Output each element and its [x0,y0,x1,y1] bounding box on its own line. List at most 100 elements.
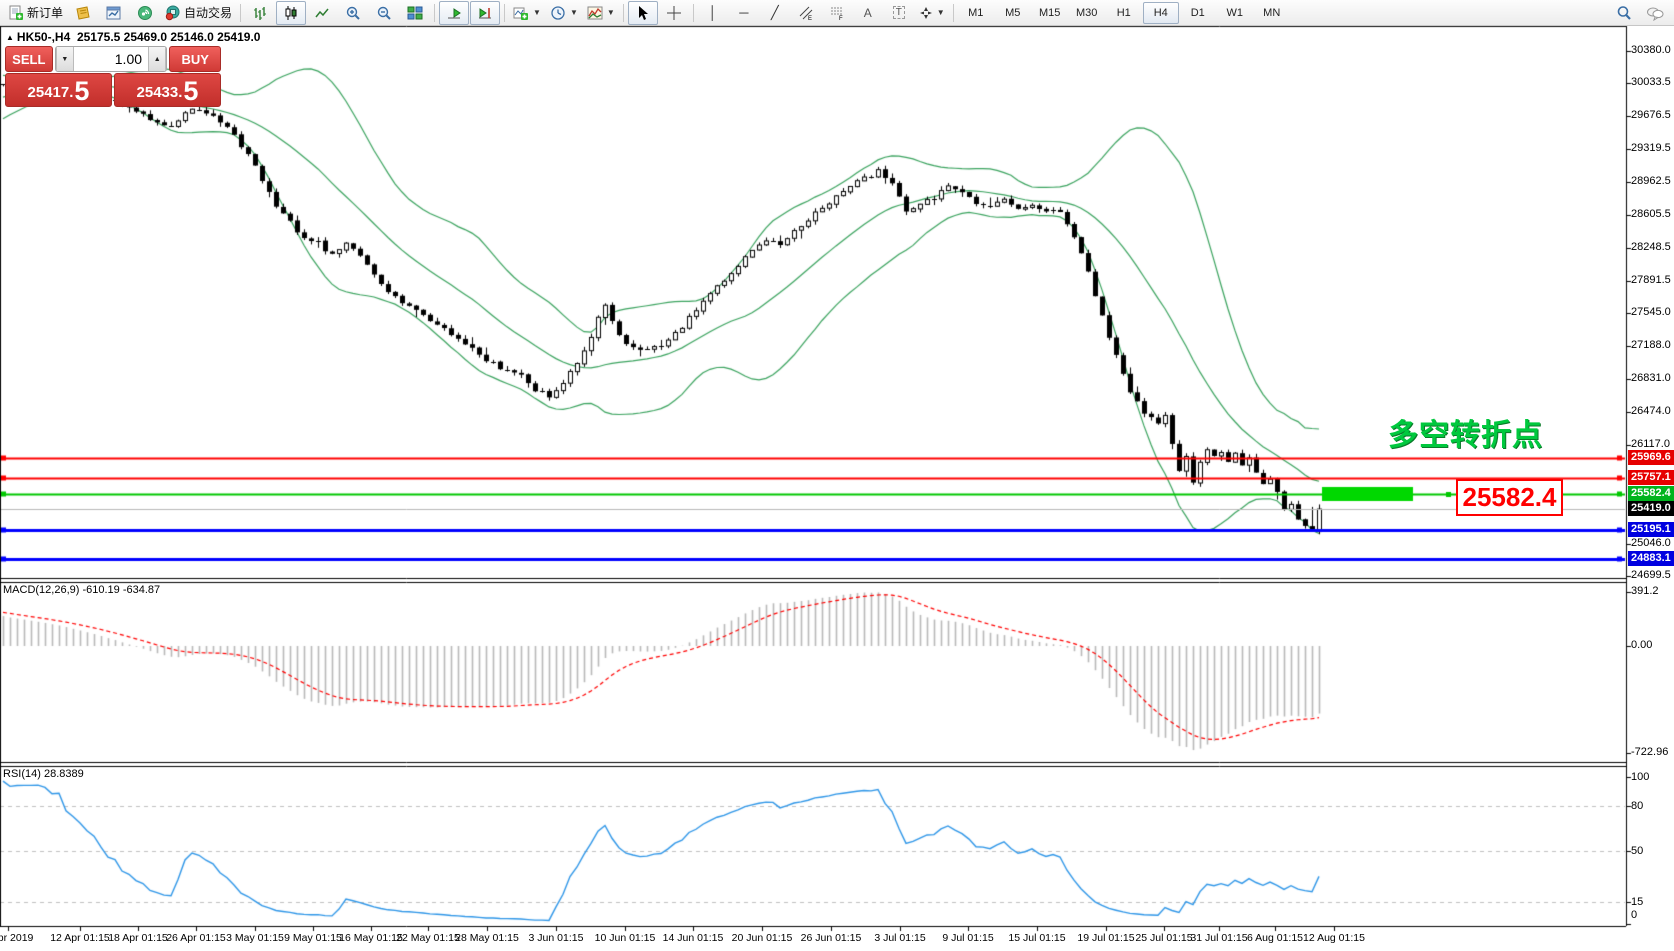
one-click-trading-panel: SELL ▼ ▲ BUY 25417.5 25433.5 [5,46,221,107]
zoom-out-button[interactable] [369,1,399,25]
buy-button[interactable]: BUY [169,46,221,72]
buy-price-big-digit: 5 [183,78,198,104]
separator [504,4,505,22]
timeframe-button-M5[interactable]: M5 [995,2,1031,24]
volume-input[interactable] [74,47,148,71]
templates-button[interactable]: ▼ [583,1,619,25]
price-axis-label: 27891.5 [1631,274,1671,286]
collapse-panel-icon[interactable]: ▲ [6,33,14,42]
time-axis-label: 3 Jul 01:15 [874,932,925,944]
chart-canvas[interactable] [0,0,1674,951]
crosshair-button[interactable] [659,1,689,25]
rsi-axis-label: 0 [1631,909,1637,921]
chart-shift-button[interactable] [470,1,500,25]
timeframe-button-M1[interactable]: M1 [958,2,994,24]
line-chart-type-button[interactable] [307,1,337,25]
chevron-down-icon: ▼ [533,8,541,17]
timeframe-button-M30[interactable]: M30 [1069,2,1105,24]
journal-button[interactable] [68,1,98,25]
new-order-button[interactable]: 新订单 [4,1,67,25]
indicators-button[interactable]: ▼ [509,1,545,25]
timeframe-button-W1[interactable]: W1 [1217,2,1253,24]
search-button[interactable] [1609,1,1639,25]
candlestick-type-button[interactable] [276,1,306,25]
separator [240,4,241,22]
buy-price-main: 25433. [137,82,183,104]
auto-trading-icon [165,5,181,21]
macd-indicator-label: MACD(12,26,9) -610.19 -634.87 [3,584,160,596]
fibonacci-tool[interactable]: F [822,1,852,25]
timeframe-button-H4[interactable]: H4 [1143,2,1179,24]
auto-scroll-icon [446,5,462,21]
tile-windows-button[interactable] [400,1,430,25]
fibonacci-icon: F [829,5,845,21]
template-icon [587,5,603,21]
time-axis-label: 9 Jul 01:15 [942,932,993,944]
price-callout-box: 25582.4 [1456,479,1563,516]
chevron-down-icon: ▼ [570,8,578,17]
rsi-axis-label: 50 [1631,845,1643,857]
news-icon [137,5,153,21]
periods-button[interactable]: ▼ [546,1,582,25]
tile-windows-icon [407,5,423,21]
cursor-button[interactable] [628,1,658,25]
rsi-axis-label: 15 [1631,896,1643,908]
auto-scroll-button[interactable] [439,1,469,25]
separator [953,4,954,22]
price-axis-label: 28962.5 [1631,175,1671,187]
timeframe-button-M15[interactable]: M15 [1032,2,1068,24]
time-axis-label: 26 Jun 01:15 [801,932,862,944]
journal-icon [75,5,91,21]
volume-decrease-button[interactable]: ▼ [56,47,74,71]
auto-trading-button[interactable]: 自动交易 [161,1,236,25]
buy-price-display[interactable]: 25433.5 [114,73,221,107]
horizontal-line-tool[interactable]: ─ [729,1,759,25]
toolbar: 新订单 自动交易 [0,0,1674,26]
news-button[interactable] [130,1,160,25]
mt4-window: 新订单 自动交易 [0,0,1674,951]
new-chart-button[interactable] [99,1,129,25]
time-axis-label: 3 May 01:15 [226,932,284,944]
time-axis-label: 18 Apr 01:15 [108,932,168,944]
auto-trading-label: 自动交易 [184,4,232,21]
sell-button[interactable]: SELL [5,46,53,72]
separator [623,4,624,22]
arrows-tool[interactable]: ▼ [915,1,949,25]
price-tag: 24883.1 [1628,551,1674,566]
macd-axis-label: 0.00 [1631,639,1652,651]
timeframe-button-D1[interactable]: D1 [1180,2,1216,24]
zoom-in-button[interactable] [338,1,368,25]
cursor-icon [635,5,651,21]
volume-increase-button[interactable]: ▲ [148,47,166,71]
horizontal-line-icon: ─ [739,5,748,20]
sell-price-display[interactable]: 25417.5 [5,73,112,107]
text-label-tool[interactable]: T [884,1,914,25]
text-tool[interactable]: A [853,1,883,25]
time-axis-label: 16 May 01:15 [339,932,403,944]
search-icon [1616,5,1632,21]
vertical-line-tool[interactable]: │ [698,1,728,25]
chat-button[interactable] [1640,1,1670,25]
trendline-tool[interactable]: ╱ [760,1,790,25]
macd-axis-label: 391.2 [1631,585,1659,597]
price-axis-label: 24699.5 [1631,569,1671,581]
channel-tool[interactable]: E [791,1,821,25]
volume-stepper: ▼ ▲ [55,46,168,72]
price-axis-label: 25046.0 [1631,537,1671,549]
price-tag: 25582.4 [1628,486,1674,501]
price-axis-label: 26474.0 [1631,405,1671,417]
separator [693,4,694,22]
trendline-icon: ╱ [771,5,779,21]
bar-chart-icon [252,5,268,21]
timeframe-group: M1M5M15M30H1H4D1W1MN [958,2,1290,24]
new-order-icon [8,5,24,21]
time-axis-label: 19 Jul 01:15 [1077,932,1134,944]
rsi-axis-label: 100 [1631,771,1649,783]
bar-chart-type-button[interactable] [245,1,275,25]
timeframe-button-H1[interactable]: H1 [1106,2,1142,24]
price-tag: 25969.6 [1628,450,1674,465]
chevron-down-icon: ▼ [607,8,615,17]
rsi-axis-label: 80 [1631,800,1643,812]
timeframe-button-MN[interactable]: MN [1254,2,1290,24]
crosshair-icon [666,5,682,21]
